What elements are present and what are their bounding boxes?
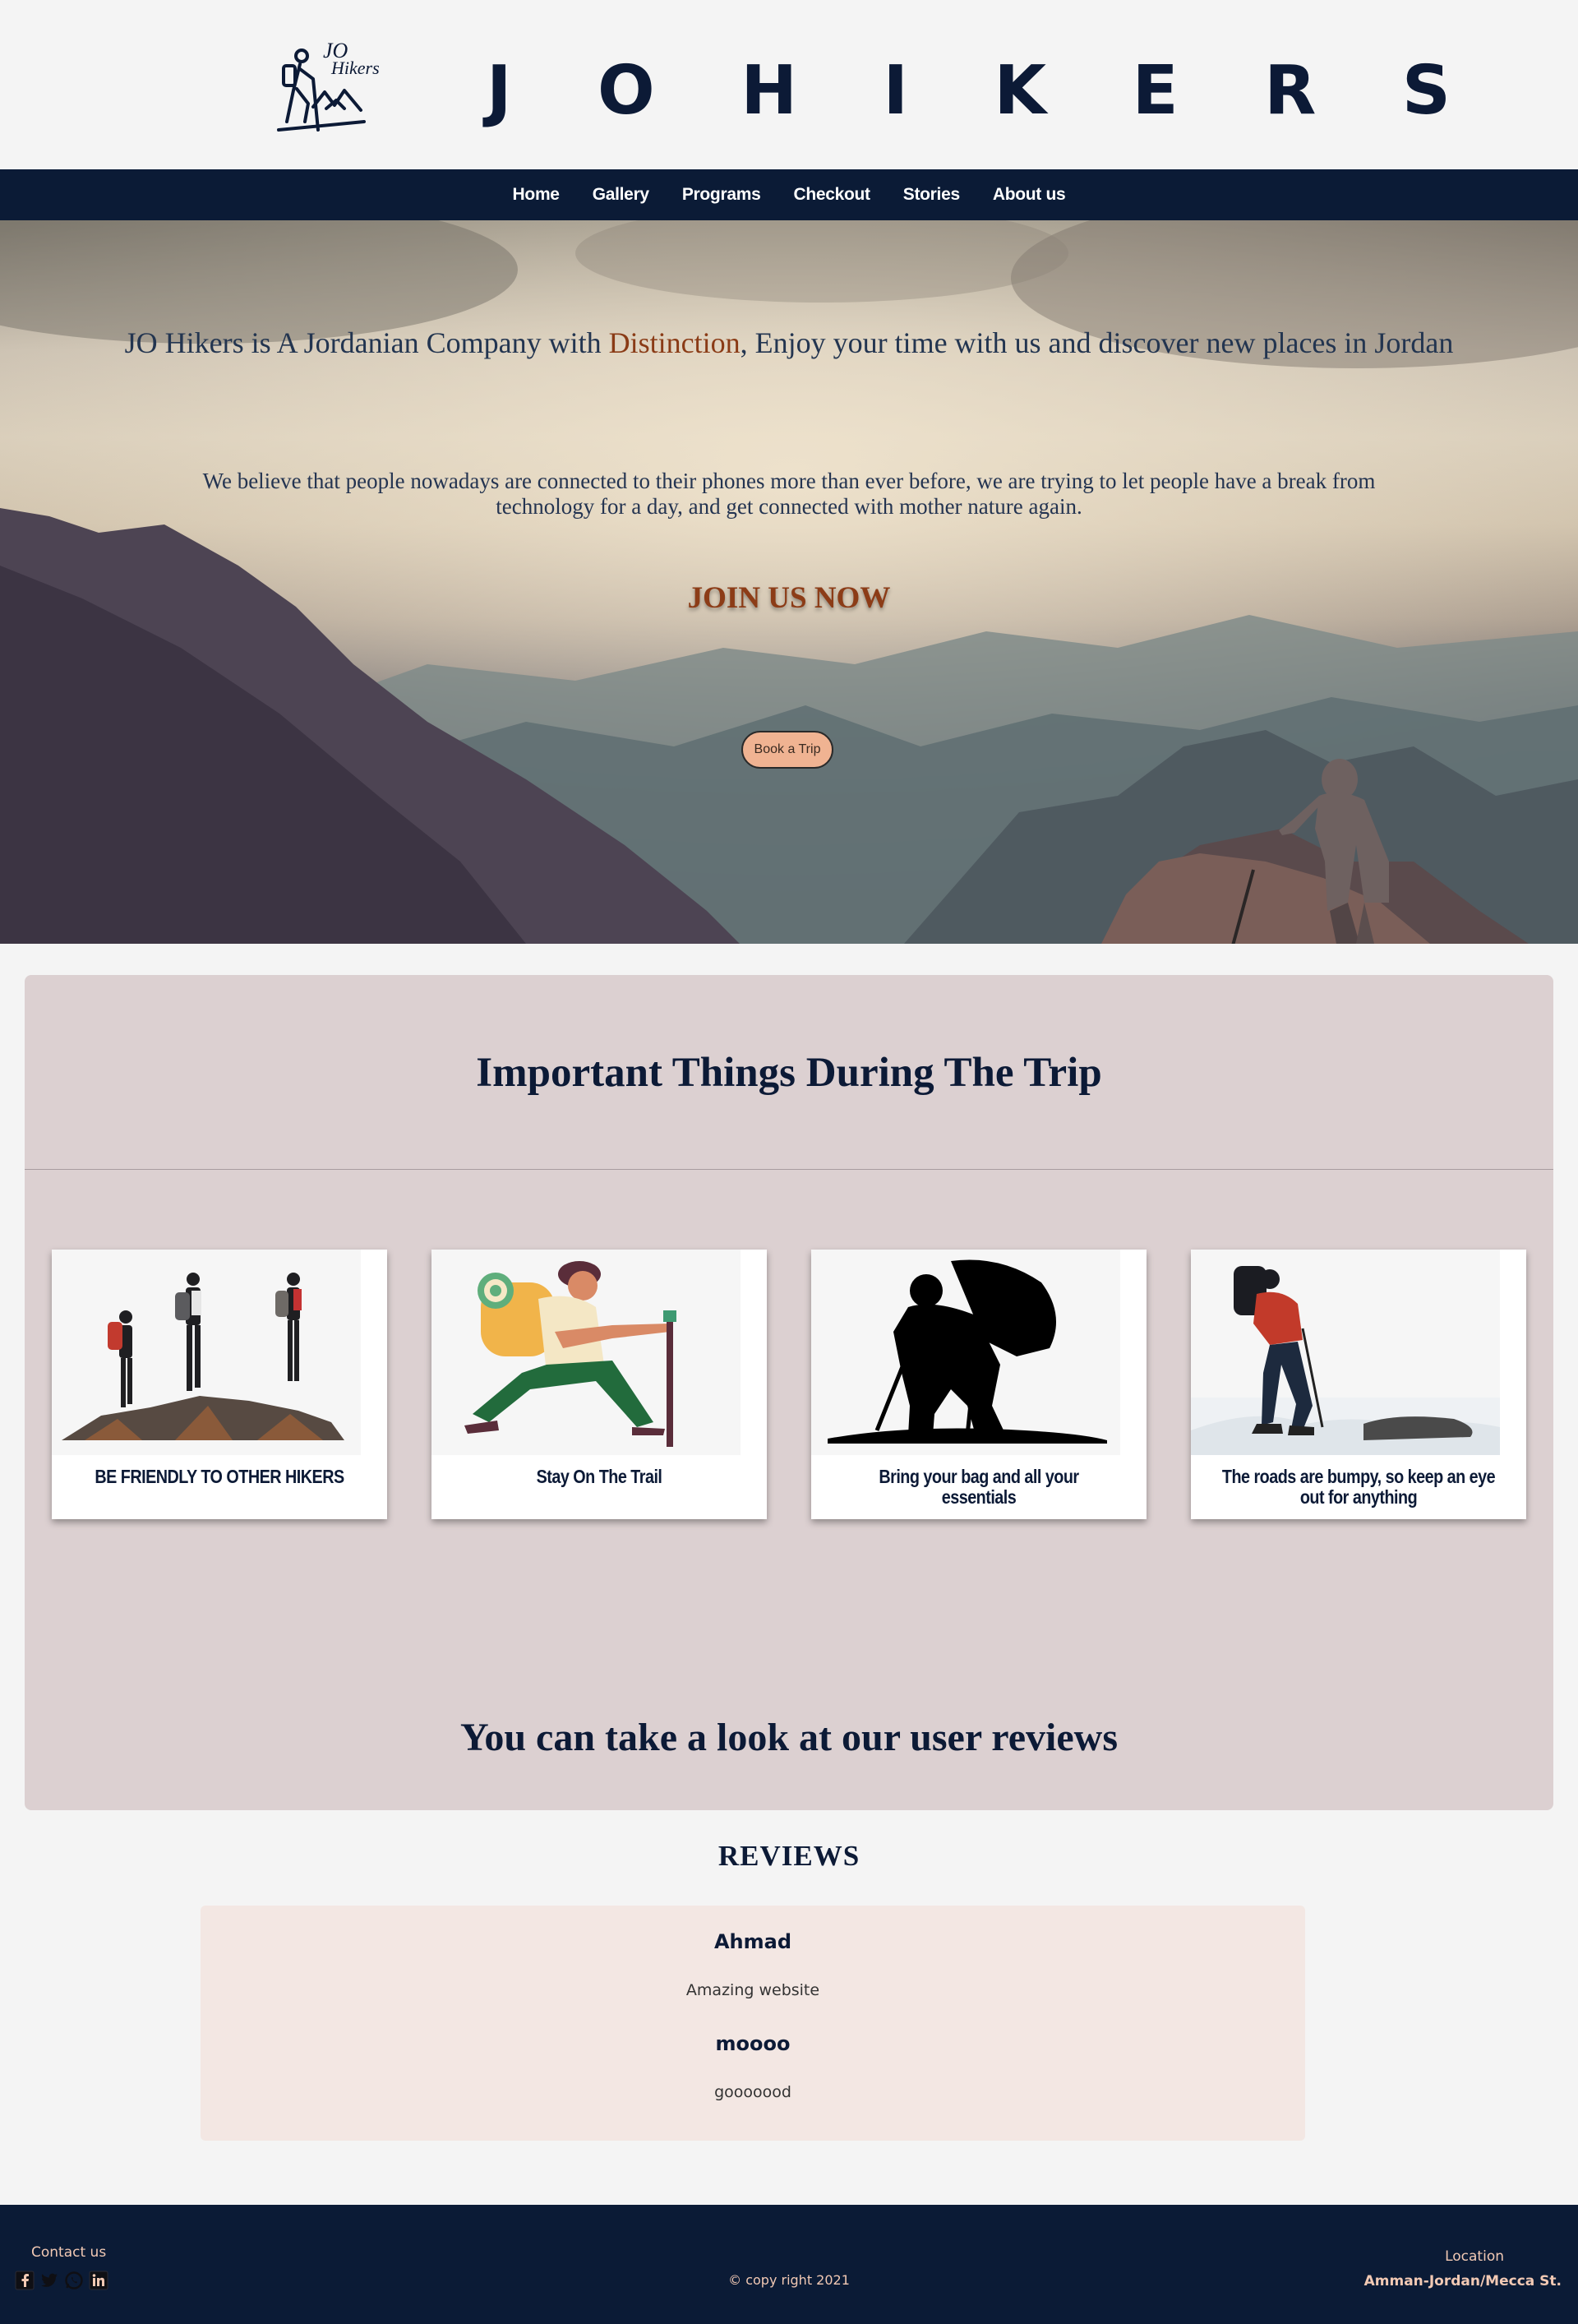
hero-content: JO Hikers is A Jordanian Company with Di…: [0, 220, 1578, 944]
divider: [25, 1169, 1553, 1170]
hikers-group-illustration: [52, 1250, 361, 1455]
woman-hiker-illustration: [431, 1250, 741, 1455]
important-things-title: Important Things During The Trip: [476, 1050, 1102, 1096]
hero-title-text-end: , Enjoy your time with us and discover n…: [740, 326, 1454, 359]
tip-caption: Bring your bag and all your essentials: [879, 1466, 1079, 1508]
join-us-heading: JOIN US NOW: [687, 581, 891, 615]
tip-card-trail[interactable]: Stay On The Trail: [431, 1250, 767, 1519]
hero-banner: JO Hikers is A Jordanian Company with Di…: [0, 220, 1578, 944]
site-title: J O H I K E R S: [487, 52, 1482, 130]
site-footer: Contact us © copy right 2021 Location Am…: [0, 2205, 1578, 2324]
user-reviews-prompt: You can take a look at our user reviews: [459, 1716, 1118, 1759]
nav-checkout[interactable]: Checkout: [777, 185, 886, 205]
nav-gallery[interactable]: Gallery: [576, 185, 666, 205]
hero-title: JO Hikers is A Jordanian Company with Di…: [82, 327, 1496, 358]
copyright-text: © copy right 2021: [728, 2272, 850, 2288]
nav-programs[interactable]: Programs: [666, 185, 777, 205]
nav-stories[interactable]: Stories: [887, 185, 976, 205]
mountaineer-illustration: [1191, 1250, 1500, 1455]
review-author: moooo: [715, 2032, 791, 2055]
reviews-list: Ahmad Amazing website moooo gooooood: [201, 1906, 1305, 2141]
tip-card-bag[interactable]: Bring your bag and all your essentials: [811, 1250, 1147, 1519]
contact-us-label: Contact us: [31, 2244, 107, 2261]
important-things-panel: Important Things During The Trip BE FRIE…: [25, 975, 1553, 1810]
tip-caption: Stay On The Trail: [536, 1466, 662, 1487]
tip-caption: The roads are bumpy, so keep an eye out …: [1221, 1466, 1496, 1508]
location-label: Location: [1445, 2248, 1504, 2265]
review-author: Ahmad: [713, 1930, 792, 1953]
hero-title-accent: Distinction: [608, 326, 741, 359]
hiker-logo-icon[interactable]: JO Hikers: [275, 39, 382, 141]
nav-about-us[interactable]: About us: [976, 185, 1082, 205]
hiker-silhouette-illustration: [811, 1250, 1120, 1455]
main-nav: Home Gallery Programs Checkout Stories A…: [0, 169, 1578, 220]
review-text: gooooood: [714, 2083, 791, 2101]
hero-title-text: JO Hikers is A Jordanian Company with: [124, 326, 609, 359]
nav-home[interactable]: Home: [496, 185, 576, 205]
book-trip-button[interactable]: Book a Trip: [741, 731, 833, 769]
hero-subtitle: We believe that people nowadays are conn…: [202, 469, 1376, 519]
tip-card-friendly[interactable]: BE FRIENDLY TO OTHER HIKERS: [52, 1250, 387, 1519]
reviews-heading: REVIEWS: [717, 1840, 861, 1872]
review-text: Amazing website: [685, 1981, 820, 1999]
site-header: JO Hikers J O H I K E R S: [0, 0, 1578, 169]
location-value: Amman-Jordan/Mecca St.: [1363, 2273, 1562, 2289]
logo-text-bottom: Hikers: [330, 58, 380, 78]
tip-caption: BE FRIENDLY TO OTHER HIKERS: [95, 1466, 344, 1487]
tip-card-bumpy-roads[interactable]: The roads are bumpy, so keep an eye out …: [1191, 1250, 1526, 1519]
